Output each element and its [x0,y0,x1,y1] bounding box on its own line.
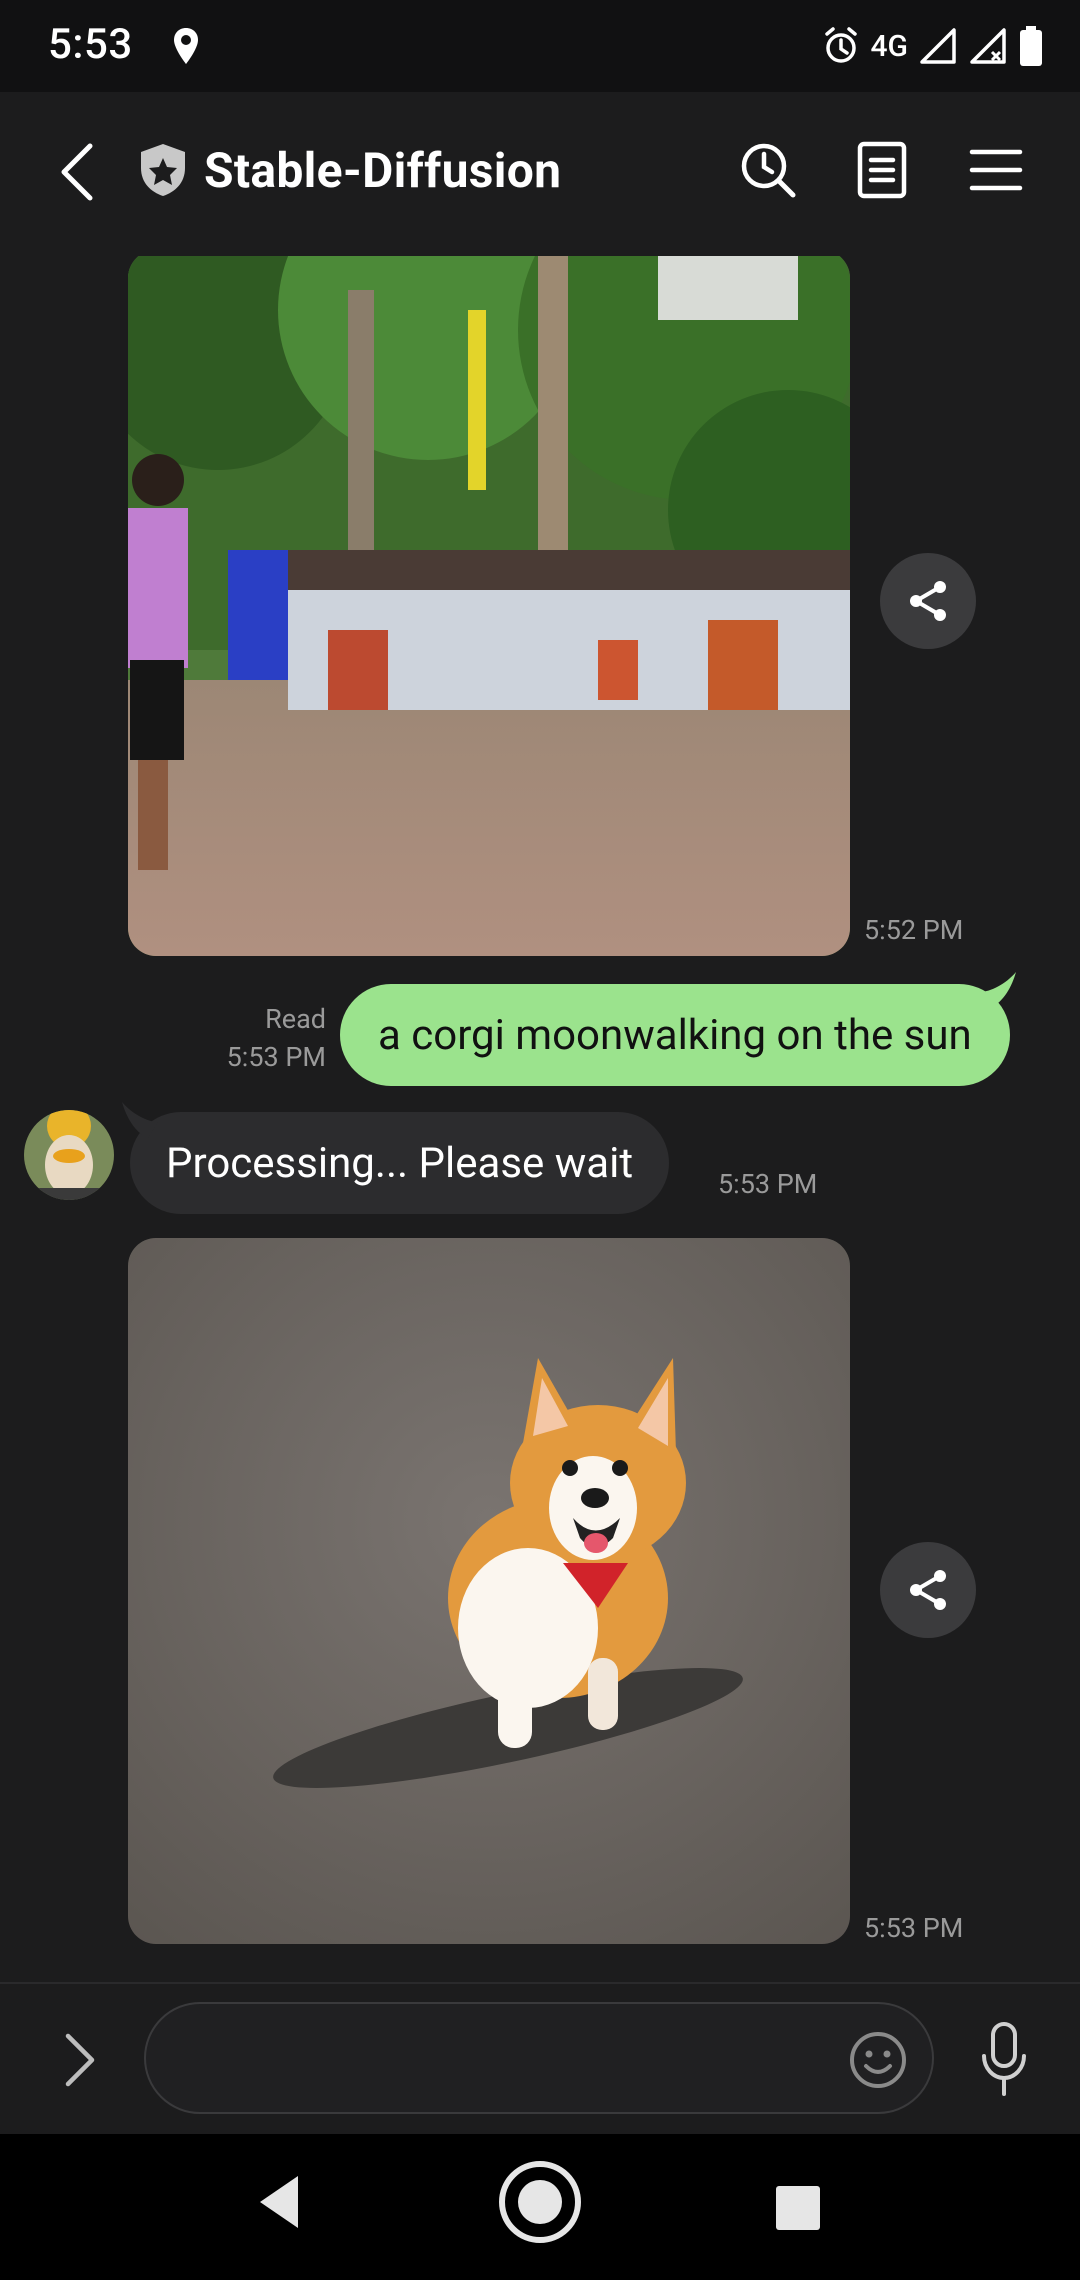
share-icon [910,581,946,621]
read-receipt: Read 5:53 PM [227,1000,326,1076]
location-pin-icon [174,28,198,64]
bubble-tail [122,1102,158,1138]
signal-icon [970,28,1006,64]
message-timestamp: 5:52 PM [864,914,964,946]
chat-header: Stable-Diffusion [0,92,1080,256]
outgoing-message-bubble[interactable]: a corgi moonwalking on the sun [340,972,1016,1086]
bot-avatar-image [24,1110,114,1200]
message-timestamp: 5:53 PM [718,1168,818,1200]
nav-recents-icon[interactable] [774,2184,822,2232]
nav-home-icon[interactable] [496,2158,584,2246]
share-button[interactable] [880,1542,976,1638]
generated-image[interactable] [128,256,850,956]
signal-icon [920,28,956,64]
notes-icon[interactable] [850,138,914,202]
message-input[interactable] [144,2002,934,2114]
bubble-tail [979,972,1016,1008]
history-icon[interactable] [736,138,800,202]
message-timestamp: 5:53 PM [226,1041,326,1073]
status-time: 5:53 [48,20,133,69]
outgoing-message-text: a corgi moonwalking on the sun [378,1010,972,1060]
back-arrow-icon[interactable] [54,140,102,204]
generated-image-crowd [128,256,850,956]
generated-image-corgi [128,1238,850,1944]
battery-icon [1020,26,1042,66]
shield-star-icon [141,144,185,196]
system-navigation-bar [0,2134,1080,2280]
network-type: 4G [870,28,909,64]
generated-image[interactable] [128,1238,850,1944]
chat-messages[interactable]: 5:52 PM Read 5:53 PM a corgi moonwalking… [0,256,1080,1982]
nav-back-icon[interactable] [252,2170,308,2234]
share-icon [910,1570,946,1610]
avatar[interactable] [24,1110,114,1200]
status-icons: 4G [821,22,1045,70]
message-timestamp: 5:53 PM [864,1912,964,1944]
alarm-icon [824,27,857,63]
incoming-message-text: Processing... Please wait [166,1138,634,1188]
microphone-icon[interactable] [976,2020,1032,2100]
status-bar: 5:53 4G [0,0,1080,92]
chat-title: Stable-Diffusion [204,142,562,199]
message-composer [0,1982,1080,2136]
incoming-message-bubble[interactable]: Processing... Please wait [122,1102,670,1214]
read-label: Read [265,1003,326,1035]
menu-icon[interactable] [964,138,1028,202]
expand-icon[interactable] [60,2028,100,2092]
emoji-icon[interactable] [846,2028,910,2092]
share-button[interactable] [880,553,976,649]
